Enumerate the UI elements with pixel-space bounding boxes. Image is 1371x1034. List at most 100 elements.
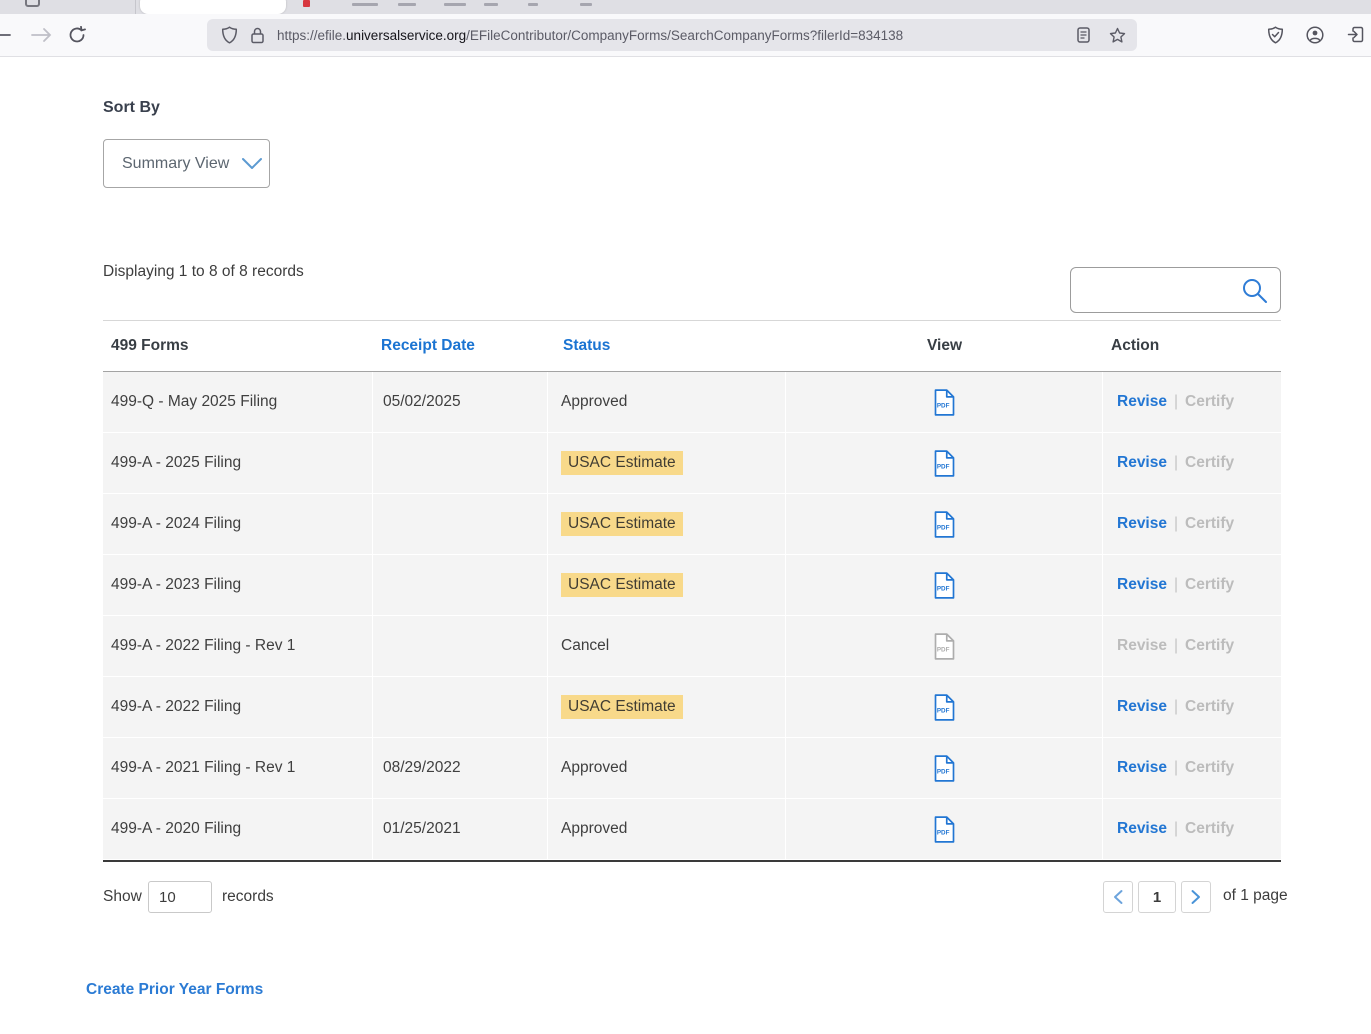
action-separator: | — [1174, 576, 1178, 594]
form-name: 499-A - 2022 Filing - Rev 1 — [103, 616, 373, 676]
certify-link[interactable]: Certify — [1185, 698, 1234, 716]
forward-icon[interactable] — [28, 22, 54, 48]
account-icon[interactable] — [1302, 22, 1328, 48]
background-tab-text — [398, 3, 416, 6]
pdf-icon[interactable]: PDF — [933, 450, 956, 477]
reload-icon[interactable] — [64, 22, 90, 48]
page-size-input[interactable] — [148, 881, 212, 913]
tab-divider — [135, 0, 136, 14]
background-tab-text — [580, 3, 592, 6]
action-separator: | — [1174, 515, 1178, 533]
lock-icon[interactable] — [243, 21, 271, 49]
revise-link[interactable]: Revise — [1117, 637, 1167, 655]
receipt-date: 08/29/2022 — [373, 738, 548, 798]
sidebar-icon[interactable] — [1342, 22, 1368, 48]
pdf-icon[interactable]: PDF — [933, 633, 956, 660]
column-header-action: Action — [1103, 321, 1281, 371]
revise-link[interactable]: Revise — [1117, 515, 1167, 533]
status-badge: Approved — [561, 759, 627, 777]
revise-link[interactable]: Revise — [1117, 454, 1167, 472]
form-name: 499-A - 2022 Filing — [103, 677, 373, 737]
column-header-view: View — [786, 321, 1103, 371]
action-separator: | — [1174, 393, 1178, 411]
pdf-icon[interactable]: PDF — [933, 511, 956, 538]
certify-link[interactable]: Certify — [1185, 576, 1234, 594]
certify-link[interactable]: Certify — [1185, 515, 1234, 533]
shield-icon[interactable] — [215, 21, 243, 49]
table-row: 499-A - 2020 Filing 01/25/2021 Approved … — [103, 799, 1281, 859]
form-name: 499-A - 2024 Filing — [103, 494, 373, 554]
table-row: 499-A - 2022 Filing - Rev 1 Cancel PDF R… — [103, 616, 1281, 676]
records-label: records — [222, 888, 274, 906]
privacy-shield-icon[interactable] — [1262, 22, 1288, 48]
back-icon[interactable] — [0, 22, 14, 48]
forms-table: 499 Forms Receipt Date Status View Actio… — [103, 320, 1281, 862]
status-badge: USAC Estimate — [561, 451, 683, 475]
svg-text:PDF: PDF — [936, 768, 949, 775]
revise-link[interactable]: Revise — [1117, 820, 1167, 838]
certify-link[interactable]: Certify — [1185, 393, 1234, 411]
pdf-icon[interactable]: PDF — [933, 816, 956, 843]
svg-text:PDF: PDF — [936, 463, 949, 470]
receipt-date — [373, 433, 548, 493]
column-header-forms: 499 Forms — [103, 321, 373, 371]
bookmark-star-icon[interactable] — [1103, 21, 1131, 49]
table-body: 499-Q - May 2025 Filing 05/02/2025 Appro… — [103, 372, 1281, 862]
revise-link[interactable]: Revise — [1117, 576, 1167, 594]
certify-link[interactable]: Certify — [1185, 759, 1234, 777]
table-row: 499-A - 2023 Filing USAC Estimate PDF Re… — [103, 555, 1281, 615]
view-select-dropdown[interactable]: Summary View — [103, 139, 270, 188]
svg-text:PDF: PDF — [936, 585, 949, 592]
previous-page-button[interactable] — [1103, 881, 1133, 913]
column-header-receipt-date[interactable]: Receipt Date — [373, 321, 548, 371]
certify-link[interactable]: Certify — [1185, 820, 1234, 838]
chevron-left-icon — [1112, 889, 1124, 905]
show-label: Show — [103, 888, 142, 906]
receipt-date: 05/02/2025 — [373, 372, 548, 432]
pdf-icon[interactable]: PDF — [933, 389, 956, 416]
browser-window: https://efile.universalservice.org/EFile… — [0, 0, 1371, 1034]
table-row: 499-A - 2025 Filing USAC Estimate PDF Re… — [103, 433, 1281, 493]
pdf-icon[interactable]: PDF — [933, 572, 956, 599]
svg-text:PDF: PDF — [936, 524, 949, 531]
browser-toolbar: https://efile.universalservice.org/EFile… — [0, 14, 1371, 57]
pdf-icon[interactable]: PDF — [933, 694, 956, 721]
records-summary: Displaying 1 to 8 of 8 records — [103, 263, 304, 281]
revise-link[interactable]: Revise — [1117, 393, 1167, 411]
chevron-down-icon — [241, 157, 263, 170]
status-badge: Approved — [561, 393, 627, 411]
background-tab-text — [352, 3, 378, 6]
receipt-date — [373, 555, 548, 615]
page-number-input[interactable] — [1138, 881, 1176, 913]
action-separator: | — [1174, 820, 1178, 838]
form-name: 499-A - 2023 Filing — [103, 555, 373, 615]
url-bar[interactable]: https://efile.universalservice.org/EFile… — [207, 19, 1137, 51]
action-separator: | — [1174, 637, 1178, 655]
table-row: 499-A - 2021 Filing - Rev 1 08/29/2022 A… — [103, 738, 1281, 798]
pdf-icon[interactable]: PDF — [933, 755, 956, 782]
search-icon[interactable] — [1241, 277, 1268, 309]
table-search — [1070, 267, 1281, 313]
create-prior-year-forms-link[interactable]: Create Prior Year Forms — [86, 981, 263, 999]
search-input[interactable] — [1081, 272, 1241, 308]
certify-link[interactable]: Certify — [1185, 454, 1234, 472]
tab-favicon[interactable] — [303, 0, 310, 7]
background-tab-text — [444, 3, 466, 6]
reader-mode-icon[interactable] — [1069, 21, 1097, 49]
revise-link[interactable]: Revise — [1117, 759, 1167, 777]
certify-link[interactable]: Certify — [1185, 637, 1234, 655]
form-name: 499-A - 2020 Filing — [103, 799, 373, 859]
column-header-status[interactable]: Status — [548, 321, 786, 371]
table-row: 499-A - 2022 Filing USAC Estimate PDF Re… — [103, 677, 1281, 737]
page-count-label: of 1 page — [1223, 887, 1288, 905]
action-separator: | — [1174, 698, 1178, 716]
firefox-view-icon[interactable] — [25, 0, 40, 7]
sort-by-label: Sort By — [103, 99, 160, 117]
svg-text:PDF: PDF — [936, 707, 949, 714]
next-page-button[interactable] — [1181, 881, 1211, 913]
url-text: https://efile.universalservice.org/EFile… — [277, 28, 1069, 43]
table-row: 499-A - 2024 Filing USAC Estimate PDF Re… — [103, 494, 1281, 554]
revise-link[interactable]: Revise — [1117, 698, 1167, 716]
receipt-date — [373, 677, 548, 737]
active-tab[interactable] — [140, 0, 286, 14]
